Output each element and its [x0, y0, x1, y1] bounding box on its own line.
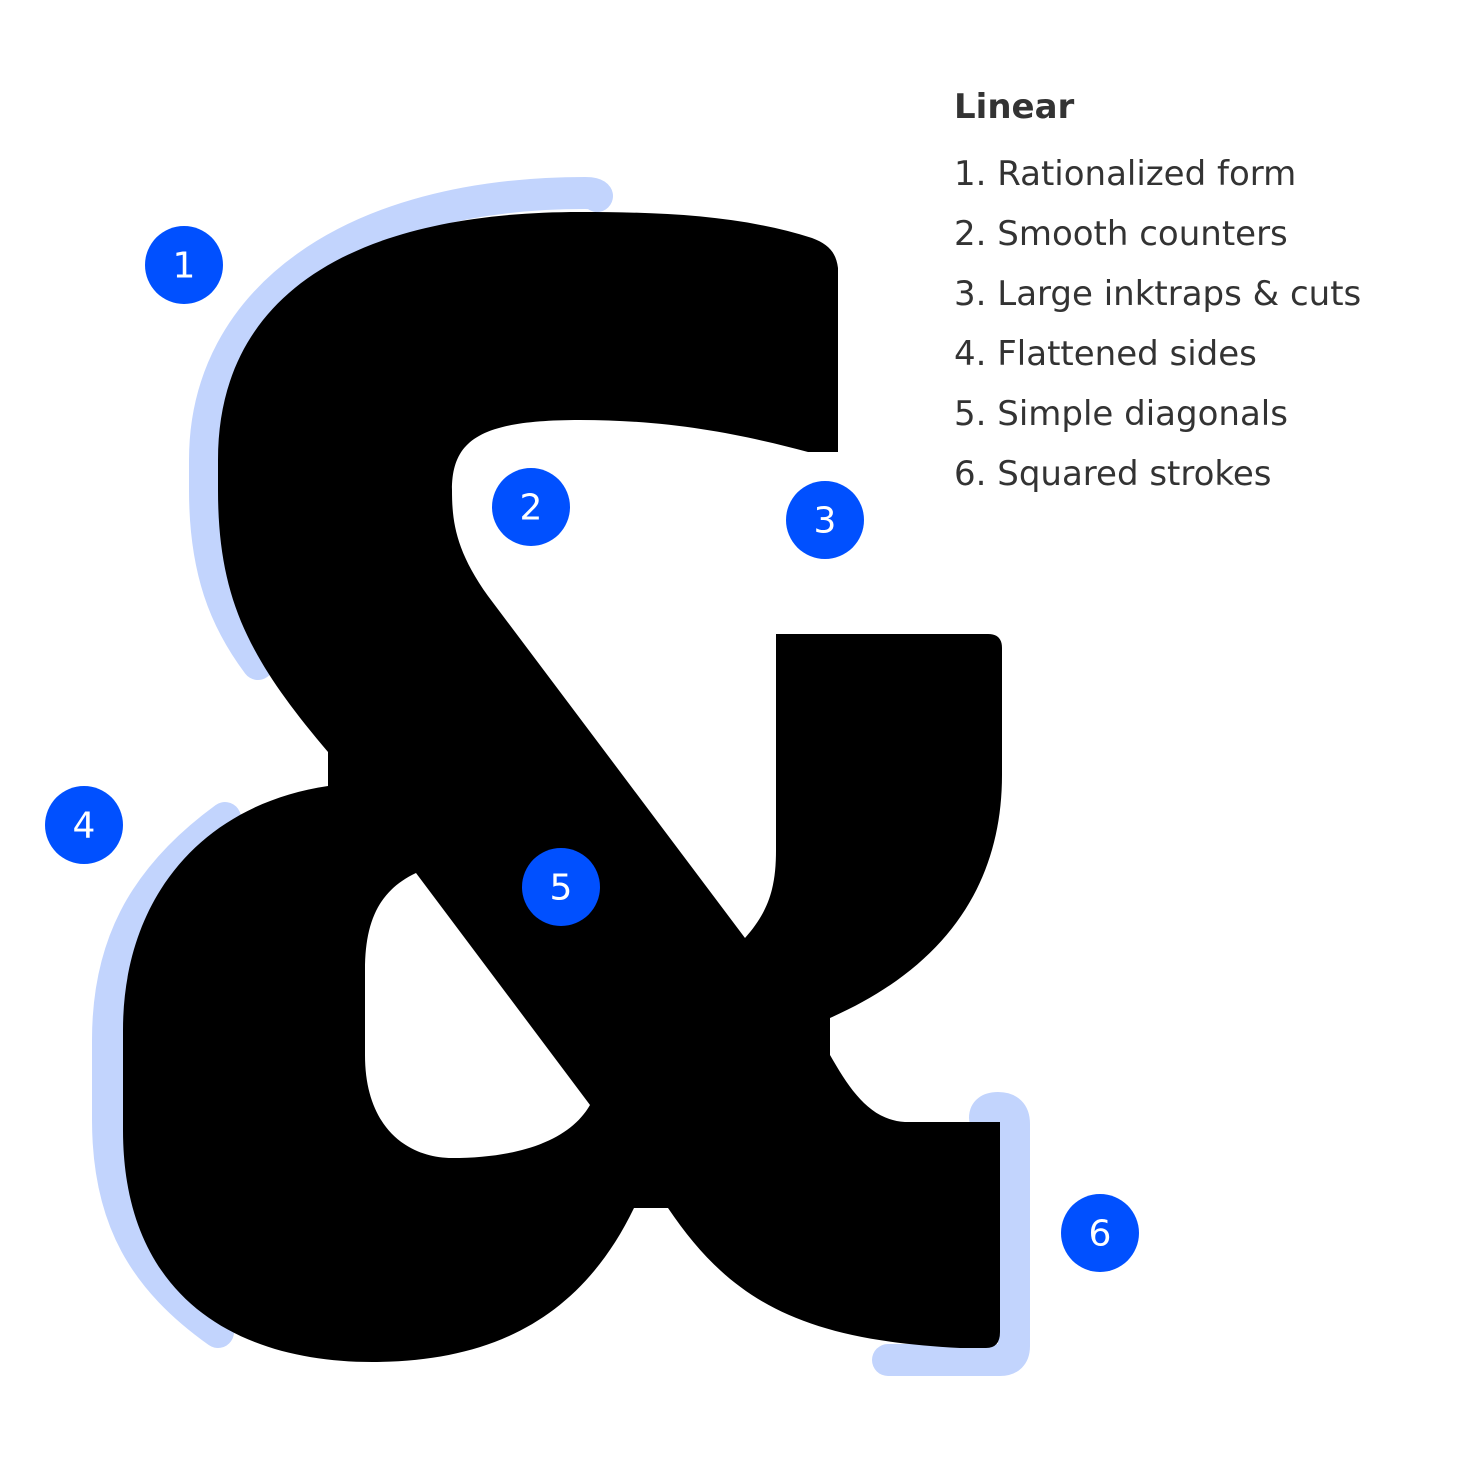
legend-item-squared-strokes: 6. Squared strokes — [954, 454, 1272, 494]
marker-2: 2 — [492, 468, 570, 546]
marker-number: 1 — [173, 246, 196, 287]
legend-list: 1. Rationalized form 2. Smooth counters … — [954, 144, 1361, 504]
ampersand-glyph — [123, 212, 1002, 1362]
legend-item-simple-diagonals: 5. Simple diagonals — [954, 394, 1288, 434]
marker-6: 6 — [1061, 1194, 1139, 1272]
legend: Linear 1. Rationalized form 2. Smooth co… — [954, 84, 1361, 504]
marker-5: 5 — [522, 848, 600, 926]
marker-1: 1 — [145, 226, 223, 304]
marker-4: 4 — [45, 786, 123, 864]
marker-number: 4 — [73, 806, 96, 847]
marker-3: 3 — [786, 481, 864, 559]
marker-number: 3 — [814, 501, 837, 542]
legend-item-rationalized-form: 1. Rationalized form — [954, 154, 1297, 194]
legend-item-smooth-counters: 2. Smooth counters — [954, 214, 1288, 254]
marker-number: 2 — [520, 488, 543, 529]
legend-title: Linear — [954, 87, 1075, 127]
legend-item-flattened-sides: 4. Flattened sides — [954, 334, 1257, 374]
marker-number: 6 — [1089, 1214, 1112, 1255]
legend-item-large-inktraps: 3. Large inktraps & cuts — [954, 274, 1362, 314]
marker-number: 5 — [550, 868, 573, 909]
